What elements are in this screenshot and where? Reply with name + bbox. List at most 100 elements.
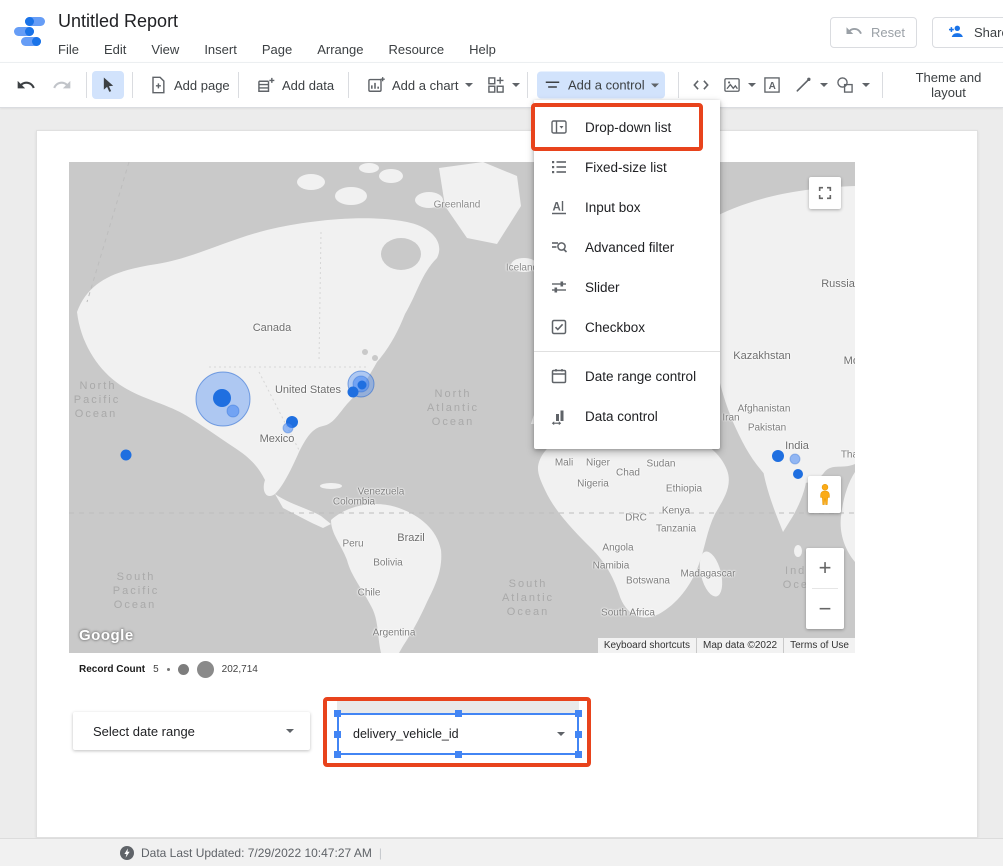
select-mode-button[interactable]: [92, 71, 124, 99]
theme-layout-label: Theme and layout: [900, 70, 997, 100]
resize-handle[interactable]: [334, 751, 341, 758]
add-chart-button[interactable]: Add a chart: [360, 71, 479, 99]
map-bubble[interactable]: [348, 387, 359, 398]
resize-handle[interactable]: [575, 710, 582, 717]
menu-help[interactable]: Help: [469, 42, 496, 57]
chevron-down-icon: [862, 83, 870, 87]
menu-bar: File Edit View Insert Page Arrange Resou…: [58, 42, 496, 57]
add-control-icon: [543, 76, 562, 95]
resize-handle[interactable]: [575, 751, 582, 758]
menu-file[interactable]: File: [58, 42, 79, 57]
insert-shape-button[interactable]: [828, 71, 876, 99]
zoom-in-button[interactable]: +: [806, 548, 844, 588]
pegman-icon: [814, 482, 836, 508]
add-page-label: Add page: [174, 78, 230, 93]
resize-handle[interactable]: [575, 731, 582, 738]
resize-handle[interactable]: [455, 751, 462, 758]
svg-text:A: A: [769, 81, 776, 92]
map-bubble[interactable]: [227, 405, 239, 417]
resize-handle[interactable]: [334, 731, 341, 738]
reset-undo-icon: [845, 22, 863, 43]
map-fullscreen-button[interactable]: [809, 177, 841, 209]
toolbar-separator: [527, 72, 528, 98]
zoom-out-button[interactable]: −: [806, 589, 844, 629]
menu-arrange[interactable]: Arrange: [317, 42, 363, 57]
legend-title: Record Count: [79, 664, 145, 675]
map-bubble[interactable]: [358, 381, 367, 390]
date-range-icon: [550, 367, 568, 385]
undo-button[interactable]: [10, 71, 42, 99]
date-range-label: Select date range: [93, 724, 286, 739]
map-bubble[interactable]: [213, 389, 231, 407]
menu-edit[interactable]: Edit: [104, 42, 126, 57]
reset-button[interactable]: Reset: [830, 17, 917, 48]
dropdown-list-icon: [550, 118, 568, 136]
menu-item-slider[interactable]: Slider: [534, 267, 720, 307]
menu-item-date-range-control[interactable]: Date range control: [534, 356, 720, 396]
map-bubble[interactable]: [772, 450, 784, 462]
menu-item-input-box[interactable]: A Input box: [534, 187, 720, 227]
menu-item-label: Date range control: [585, 369, 696, 384]
chevron-down-icon: [748, 83, 756, 87]
share-button[interactable]: Share: [932, 17, 1003, 48]
map-bubble[interactable]: [793, 469, 803, 479]
keyboard-shortcuts-link[interactable]: Keyboard shortcuts: [598, 638, 696, 653]
menu-item-drop-down-list[interactable]: Drop-down list: [534, 107, 720, 147]
bubble-layer: [69, 162, 855, 653]
add-data-button[interactable]: Add data: [250, 71, 340, 99]
insert-text-button[interactable]: A: [756, 71, 788, 99]
report-title[interactable]: Untitled Report: [58, 11, 178, 32]
add-a-control-button[interactable]: Add a control: [537, 72, 665, 99]
menu-item-checkbox[interactable]: Checkbox: [534, 307, 720, 347]
menu-item-label: Advanced filter: [585, 240, 674, 255]
map-zoom-control: + −: [806, 548, 844, 629]
advanced-filter-icon: [550, 238, 568, 256]
status-bar: Data Last Updated: 7/29/2022 10:47:27 AM…: [0, 838, 1003, 866]
google-logo: Google: [79, 627, 134, 644]
map-bubble[interactable]: [121, 450, 132, 461]
image-icon: [722, 75, 742, 95]
code-brackets-icon: [690, 75, 712, 95]
add-page-button[interactable]: Add page: [142, 71, 236, 99]
menu-item-advanced-filter[interactable]: Advanced filter: [534, 227, 720, 267]
chevron-down-icon: [820, 83, 828, 87]
menu-item-label: Data control: [585, 409, 658, 424]
resize-handle[interactable]: [334, 710, 341, 717]
menu-resource[interactable]: Resource: [388, 42, 444, 57]
dropdown-control-delivery-vehicle-id[interactable]: delivery_vehicle_id: [337, 713, 579, 755]
toolbar-separator: [348, 72, 349, 98]
bubble-map-chart[interactable]: GreenlandIcelandCanadaUnited StatesMexic…: [69, 162, 855, 653]
looker-studio-logo-icon[interactable]: [12, 14, 48, 50]
report-canvas[interactable]: GreenlandIcelandCanadaUnited StatesMexic…: [36, 130, 978, 838]
map-bubble[interactable]: [283, 423, 293, 433]
theme-and-layout-button[interactable]: Theme and layout: [894, 66, 1003, 104]
menu-insert[interactable]: Insert: [204, 42, 237, 57]
menu-item-label: Checkbox: [585, 320, 645, 335]
menu-page[interactable]: Page: [262, 42, 292, 57]
menu-item-data-control[interactable]: Data control: [534, 396, 720, 436]
community-visualizations-button[interactable]: [480, 71, 526, 99]
checkbox-icon: [550, 318, 568, 336]
dropdown-field-label: delivery_vehicle_id: [353, 727, 557, 741]
data-control-icon: [550, 407, 568, 425]
cursor-icon: [98, 75, 118, 95]
map-bubble[interactable]: [790, 454, 800, 464]
street-view-pegman[interactable]: [808, 476, 841, 513]
fixed-size-list-icon: [550, 158, 568, 176]
input-box-icon: A: [550, 198, 568, 216]
report-workspace: GreenlandIcelandCanadaUnited StatesMexic…: [0, 107, 1003, 838]
legend-dot-small: [167, 668, 170, 671]
map-data-copyright: Map data ©2022: [697, 638, 783, 653]
chevron-down-icon: [465, 83, 473, 87]
terms-of-use-link[interactable]: Terms of Use: [784, 638, 855, 653]
resize-handle[interactable]: [455, 710, 462, 717]
menu-item-fixed-size-list[interactable]: Fixed-size list: [534, 147, 720, 187]
menu-view[interactable]: View: [151, 42, 179, 57]
toolbar-separator: [882, 72, 883, 98]
redo-button[interactable]: [46, 71, 78, 99]
url-embed-button[interactable]: [684, 71, 718, 99]
toolbar-separator: [86, 72, 87, 98]
date-range-control[interactable]: Select date range: [73, 712, 310, 750]
map-attribution: Keyboard shortcuts Map data ©2022 Terms …: [597, 638, 855, 653]
status-divider: |: [379, 846, 382, 860]
